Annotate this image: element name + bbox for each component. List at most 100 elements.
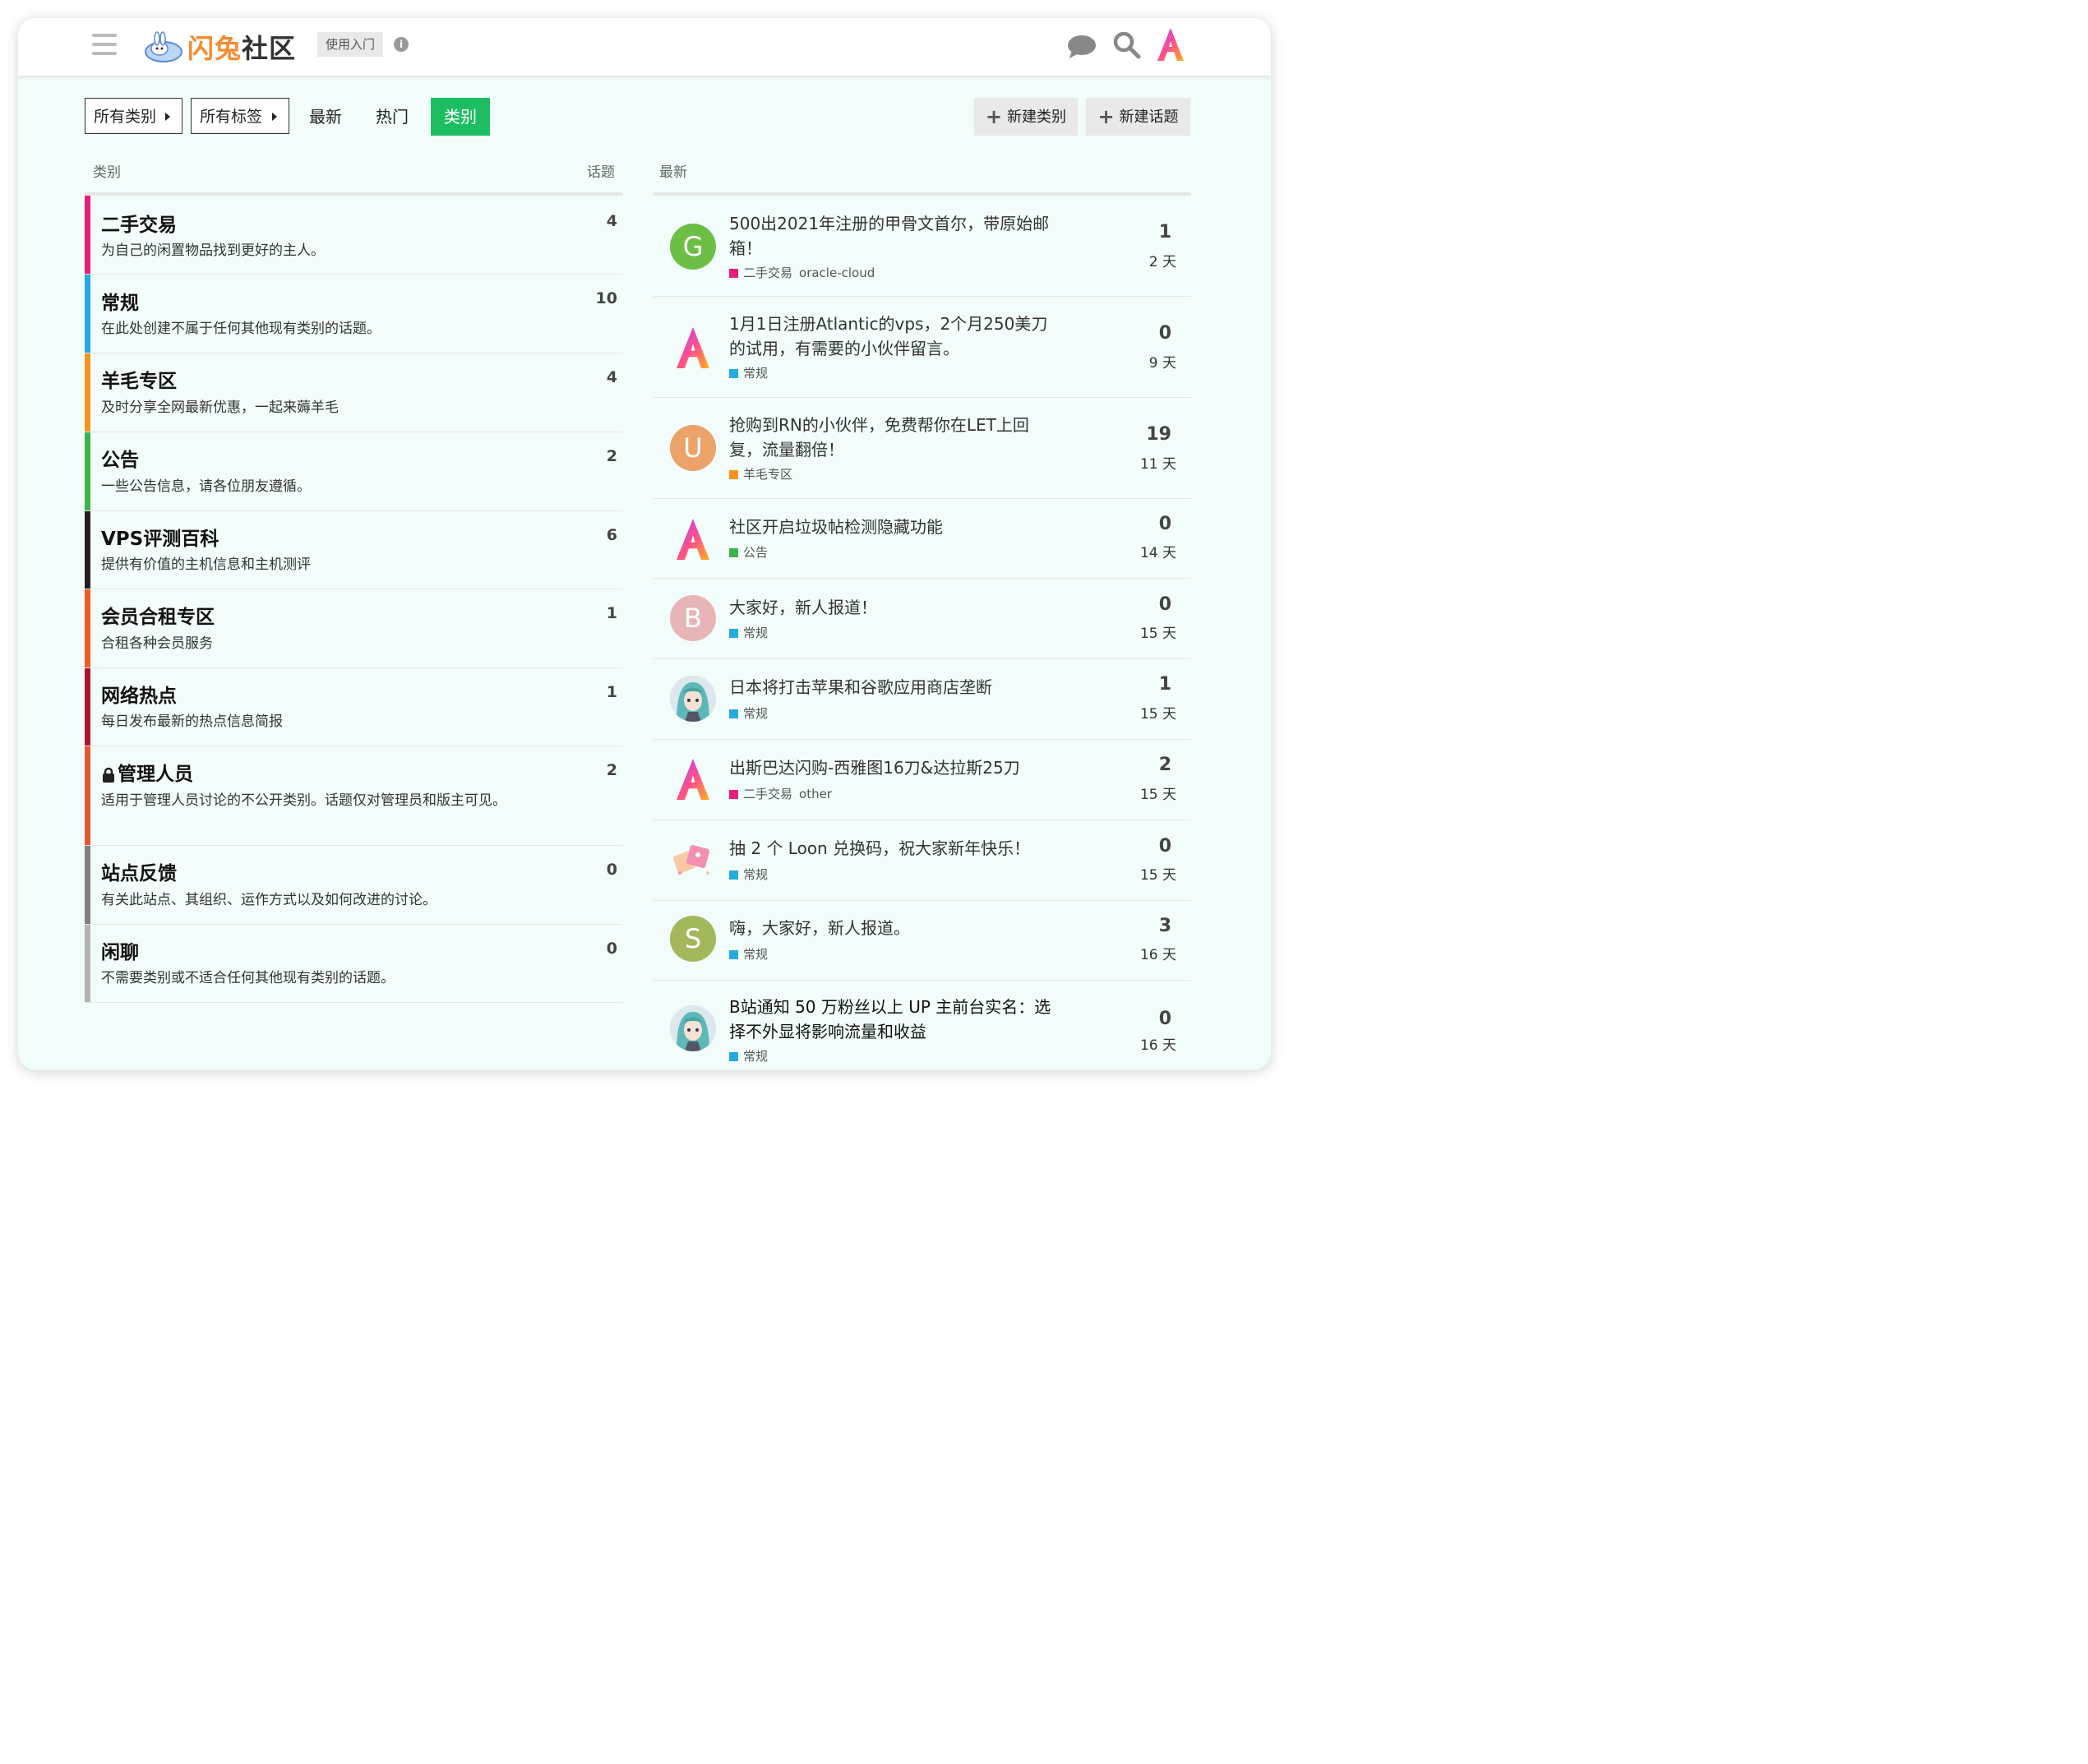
topic-row[interactable]: S 嗨，大家好，新人报道。 常规 3 16 天 — [654, 901, 1191, 981]
user-avatar[interactable]: G — [670, 224, 716, 270]
user-avatar[interactable] — [670, 755, 716, 804]
topic-title[interactable]: B站通知 50 万粉丝以上 UP 主前台实名：选择不外显将影响流量和收益 — [729, 995, 1058, 1044]
category-row[interactable]: 管理人员 适用于管理人员讨论的不公开类别。话题仅对管理员和版主可见。 2 — [85, 746, 622, 846]
topic-category[interactable]: 常规 — [743, 366, 768, 381]
user-avatar[interactable]: S — [670, 916, 716, 962]
reply-count: 0 — [1158, 323, 1171, 344]
category-row[interactable]: 公告 一些公告信息，请各位朋友遵循。 2 — [85, 432, 622, 511]
activity-age[interactable]: 15 天 — [1140, 702, 1176, 723]
category-description: 在此处创建不属于任何其他现有类别的话题。 — [101, 321, 381, 337]
topic-category[interactable]: 公告 — [743, 545, 768, 560]
activity-age[interactable]: 15 天 — [1140, 621, 1176, 642]
category-color-square — [729, 629, 738, 638]
topic-category[interactable]: 常规 — [743, 626, 768, 640]
getting-started-button[interactable]: 使用入门 — [317, 32, 384, 57]
user-avatar[interactable]: U — [670, 425, 716, 471]
category-color-bar — [85, 353, 90, 432]
topic-title[interactable]: 500出2021年注册的甲骨文首尔，带原始邮箱！ — [729, 211, 1058, 261]
info-icon[interactable]: i — [394, 37, 409, 52]
topic-row[interactable]: 抽 2 个 Loon 兑换码，祝大家新年快乐！ 常规 0 15 天 — [654, 820, 1191, 901]
topic-title[interactable]: 出斯巴达闪购-西雅图16刀&达拉斯25刀 — [729, 755, 1058, 780]
topic-meta: 常规 — [729, 624, 768, 641]
activity-age[interactable]: 16 天 — [1140, 943, 1176, 963]
topic-row[interactable]: 社区开启垃圾帖检测隐藏功能 公告 0 14 天 — [654, 499, 1191, 579]
topic-category[interactable]: 二手交易 — [743, 266, 792, 280]
tab-categories[interactable]: 类别 — [431, 98, 490, 136]
user-avatar[interactable]: B — [670, 595, 716, 641]
topic-title[interactable]: 抢购到RN的小伙伴，免费帮你在LET上回复，流量翻倍！ — [729, 413, 1058, 462]
category-row[interactable]: 网络热点 每日发布最新的热点信息简报 1 — [85, 668, 622, 746]
category-color-bar — [85, 511, 90, 589]
topic-category[interactable]: 二手交易 — [743, 787, 792, 801]
category-name[interactable]: 会员合租专区 — [101, 601, 215, 629]
topic-row[interactable]: U 抢购到RN的小伙伴，免费帮你在LET上回复，流量翻倍！ 羊毛专区 19 11… — [654, 398, 1191, 499]
category-name[interactable]: 公告 — [101, 444, 139, 472]
category-name[interactable]: VPS评测百科 — [101, 523, 219, 551]
category-name[interactable]: 闲聊 — [101, 936, 139, 964]
topic-title[interactable]: 大家好，新人报道！ — [729, 595, 1058, 620]
topic-row[interactable]: G 500出2021年注册的甲骨文首尔，带原始邮箱！ 二手交易 oracle-cl… — [654, 196, 1191, 297]
category-name[interactable]: 常规 — [101, 287, 139, 315]
topic-title[interactable]: 日本将打击苹果和谷歌应用商店垄断 — [729, 675, 1058, 700]
topic-title[interactable]: 嗨，大家好，新人报道。 — [729, 916, 1058, 940]
topic-title[interactable]: 1月1日注册Atlantic的vps，2个月250美刀的试用，有需要的小伙伴留言… — [729, 312, 1058, 361]
category-row[interactable]: 站点反馈 有关此站点、其组织、运作方式以及如何改进的讨论。 0 — [85, 846, 622, 925]
category-topic-count: 4 — [606, 368, 617, 386]
activity-age[interactable]: 15 天 — [1140, 783, 1176, 803]
new-topic-button[interactable]: + 新建话题 — [1086, 98, 1190, 136]
new-category-button[interactable]: + 新建类别 — [974, 98, 1078, 136]
category-row[interactable]: 常规 在此处创建不属于任何其他现有类别的话题。 10 — [85, 275, 622, 353]
activity-age[interactable]: 2 天 — [1149, 250, 1176, 270]
tab-top[interactable]: 热门 — [376, 98, 409, 136]
activity-age[interactable]: 11 天 — [1140, 452, 1176, 473]
topic-tag[interactable]: other — [799, 787, 832, 801]
user-avatar[interactable] — [670, 676, 716, 722]
activity-age[interactable]: 14 天 — [1140, 541, 1176, 561]
all-tags-dropdown[interactable]: 所有标签 — [191, 98, 289, 134]
category-color-square — [729, 790, 738, 799]
site-logo[interactable]: 闪兔社区 — [143, 29, 296, 65]
topic-category[interactable]: 常规 — [743, 867, 768, 882]
category-row[interactable]: 会员合租专区 合租各种会员服务 1 — [85, 589, 622, 668]
all-categories-dropdown[interactable]: 所有类别 — [85, 98, 182, 134]
tab-latest[interactable]: 最新 — [309, 98, 342, 136]
topic-row[interactable]: 1月1日注册Atlantic的vps，2个月250美刀的试用，有需要的小伙伴留言… — [654, 297, 1191, 398]
user-avatar[interactable] — [670, 837, 716, 883]
topic-row[interactable]: 日本将打击苹果和谷歌应用商店垄断 常规 1 15 天 — [654, 659, 1191, 740]
activity-age[interactable]: 16 天 — [1140, 1033, 1176, 1054]
category-row[interactable]: 羊毛专区 及时分享全网最新优惠，一起来薅羊毛 4 — [85, 353, 622, 432]
category-name[interactable]: 羊毛专区 — [101, 365, 177, 393]
topic-category[interactable]: 常规 — [743, 947, 768, 962]
user-avatar-menu[interactable] — [1153, 25, 1189, 64]
category-color-bar — [85, 846, 90, 924]
site-header: 闪兔社区 使用入门 i — [18, 18, 1271, 76]
category-row[interactable]: VPS评测百科 提供有价值的主机信息和主机测评 6 — [85, 511, 622, 589]
category-topic-count: 1 — [606, 604, 617, 622]
user-avatar[interactable] — [670, 323, 716, 372]
topic-meta: 公告 — [729, 543, 768, 561]
search-icon[interactable] — [1112, 30, 1142, 60]
topic-row[interactable]: 出斯巴达闪购-西雅图16刀&达拉斯25刀 二手交易 other 2 15 天 — [654, 740, 1191, 820]
topic-category[interactable]: 常规 — [743, 706, 768, 721]
topic-row[interactable]: B 大家好，新人报道！ 常规 0 15 天 — [654, 579, 1191, 659]
user-avatar[interactable] — [670, 1005, 716, 1051]
topic-row[interactable]: B站通知 50 万粉丝以上 UP 主前台实名：选择不外显将影响流量和收益 常规 … — [654, 981, 1191, 1070]
category-name[interactable]: 站点反馈 — [101, 857, 177, 885]
category-name[interactable]: 管理人员 — [101, 758, 193, 786]
topic-tag[interactable]: oracle-cloud — [799, 266, 875, 280]
activity-age[interactable]: 9 天 — [1149, 351, 1176, 372]
hamburger-menu-icon[interactable] — [92, 34, 117, 55]
activity-age[interactable]: 15 天 — [1140, 863, 1176, 884]
topic-title[interactable]: 社区开启垃圾帖检测隐藏功能 — [729, 515, 1058, 539]
topic-title[interactable]: 抽 2 个 Loon 兑换码，祝大家新年快乐！ — [729, 836, 1058, 861]
category-description: 为自己的闲置物品找到更好的主人。 — [101, 242, 325, 259]
topic-category[interactable]: 常规 — [743, 1049, 768, 1064]
category-color-bar — [85, 925, 90, 1002]
category-name[interactable]: 二手交易 — [101, 209, 177, 237]
topic-category[interactable]: 羊毛专区 — [743, 467, 792, 482]
user-avatar[interactable] — [670, 515, 716, 564]
chat-icon[interactable] — [1067, 34, 1097, 60]
category-row[interactable]: 二手交易 为自己的闲置物品找到更好的主人。 4 — [85, 196, 622, 275]
category-name[interactable]: 网络热点 — [101, 680, 177, 708]
category-row[interactable]: 闲聊 不需要类别或不适合任何其他现有类别的话题。 0 — [85, 925, 622, 1003]
